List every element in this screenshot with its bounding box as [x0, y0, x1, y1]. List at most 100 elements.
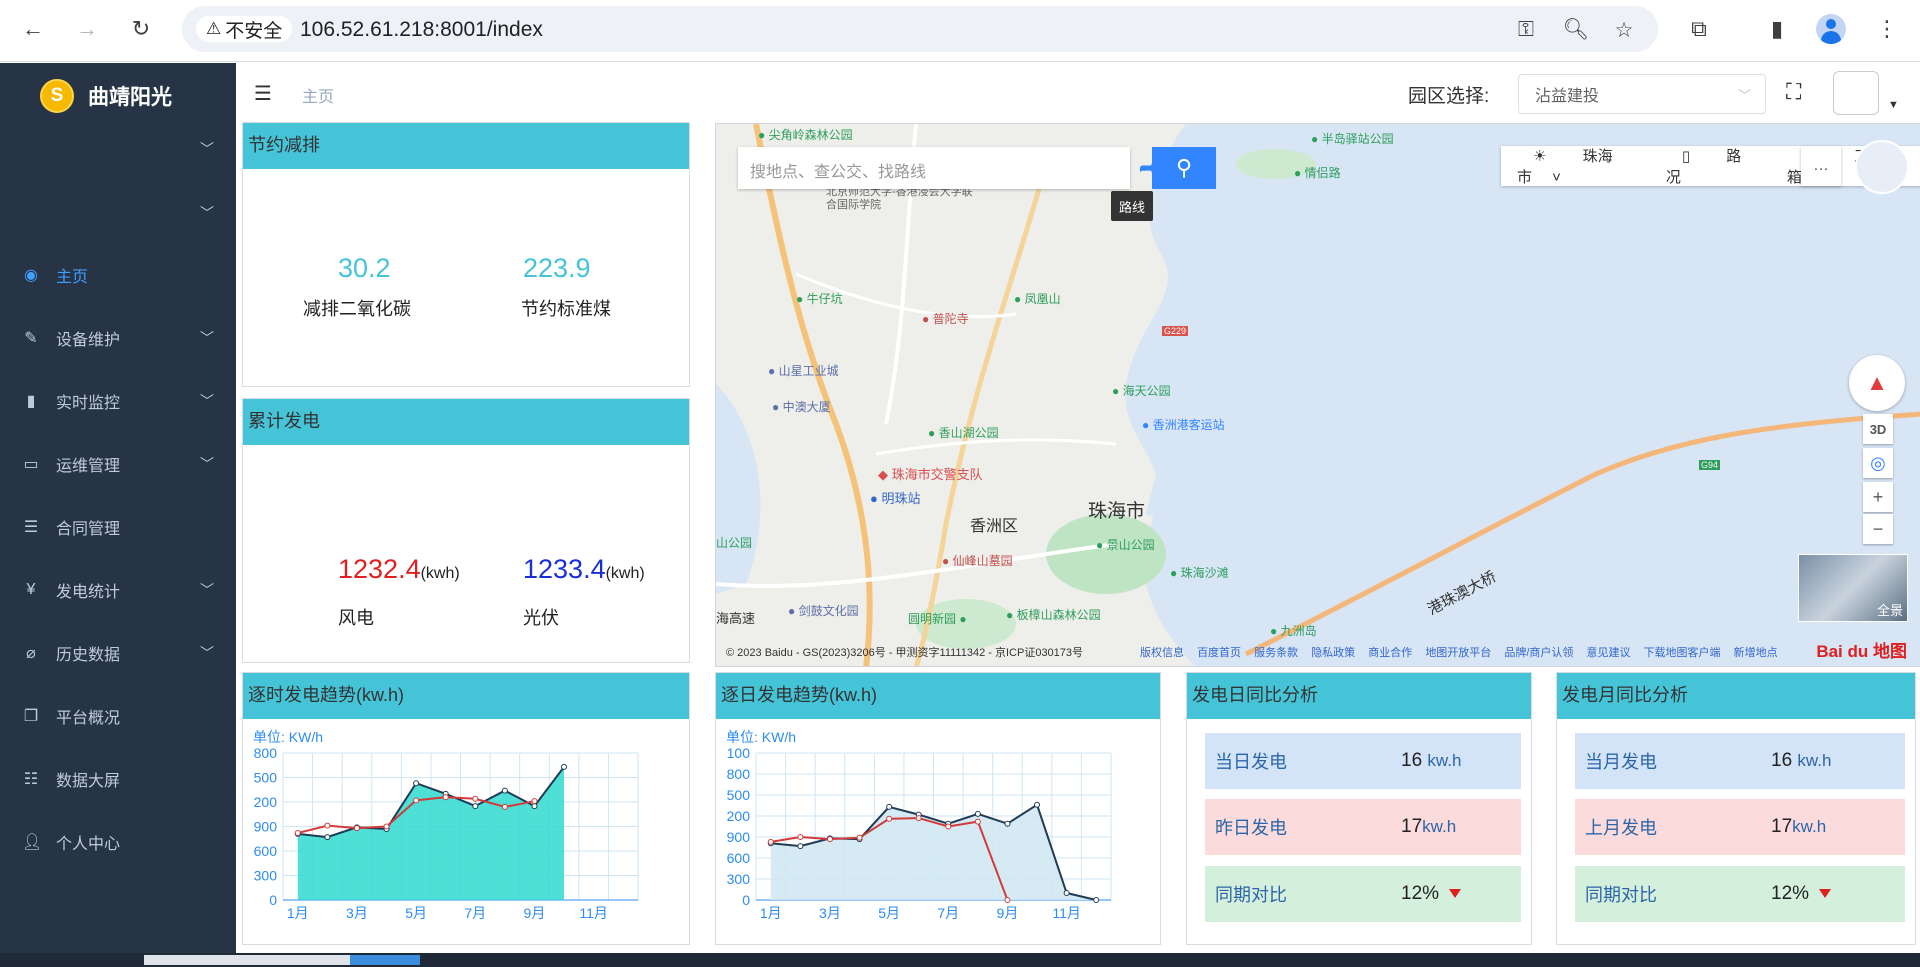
map-poi-park[interactable]: 山公园: [716, 534, 752, 551]
building-icon: ●: [772, 400, 780, 414]
y-tick-label: 100: [727, 745, 751, 761]
sidebar-collapsed-item[interactable]: ﹀: [0, 193, 236, 233]
locate-icon[interactable]: ◎: [1863, 448, 1893, 478]
sidebar-item-contracts[interactable]: ☰ 合同管理: [0, 499, 236, 555]
traffic-toggle[interactable]: ▯ 路况: [1650, 145, 1771, 187]
x-tick-label: 5月: [405, 905, 427, 921]
map-link[interactable]: 隐私政策: [1311, 647, 1355, 659]
caret-down-icon[interactable]: ▼: [1888, 99, 1899, 111]
user-avatar[interactable]: [1833, 71, 1879, 115]
sidebar-item-realtime-monitor[interactable]: ▮ 实时监控 ﹀: [0, 373, 236, 429]
park-select[interactable]: 沾益建投 ﹀: [1518, 74, 1766, 114]
map-poi-park[interactable]: ● 牛仔坑: [796, 290, 843, 307]
message-icon[interactable]: …: [1801, 146, 1841, 186]
row-value: 16 kw.h: [1401, 750, 1461, 772]
panorama-thumbnail[interactable]: 全景: [1798, 554, 1908, 622]
sidebar-item-home[interactable]: ◉ 主页: [0, 247, 236, 303]
map-link[interactable]: 新增地点: [1734, 647, 1778, 659]
map-poi-park[interactable]: ● 凤凰山: [1014, 290, 1061, 307]
sidebar-item-generation-stats[interactable]: ¥ 发电统计 ﹀: [0, 562, 236, 618]
daily-trend-chart[interactable]: 0 300 600 900 200 500 800 100 1月 3月 5月 7月 9月 11月: [716, 743, 1156, 943]
sidebar-item-history[interactable]: ⌀ 历史数据 ﹀: [0, 625, 236, 681]
map-poi-label[interactable]: 北京师范大学-香港浸会大学联合国际学院: [826, 186, 976, 212]
sidebar-collapsed-item[interactable]: ﹀: [0, 129, 236, 169]
url-text[interactable]: 106.52.61.218:8001/index: [300, 18, 543, 42]
baidu-map[interactable]: 珠海市 香洲区 港珠澳大桥 ● 尖角岭森林公园 ● 半岛驿站公园 ● 情侣路 北…: [715, 123, 1920, 667]
map-poi-park[interactable]: ● 香山湖公园: [928, 424, 999, 441]
extensions-icon[interactable]: ⧉: [1682, 12, 1716, 46]
map-poi-building[interactable]: ● 中澳大厦: [772, 398, 831, 415]
highway-shield: G94: [1699, 460, 1721, 470]
map-poi-park[interactable]: ● 景山公园: [1096, 536, 1155, 553]
profile-avatar-icon[interactable]: [1816, 14, 1846, 44]
map-label-city[interactable]: 珠海市: [1088, 496, 1145, 523]
map-link[interactable]: 下载地图客户端: [1644, 647, 1721, 659]
data-point: [886, 803, 893, 810]
map-poi-island[interactable]: ● 九洲岛: [1270, 622, 1317, 639]
building-icon: ●: [788, 604, 796, 618]
zoom-out-icon[interactable]: −: [1863, 514, 1893, 544]
menu-toggle-icon[interactable]: ☰: [254, 81, 272, 106]
map-poi-building[interactable]: ● 山星工业城: [768, 362, 839, 379]
address-bar[interactable]: ⚠ 不安全 106.52.61.218:8001/index ⚿ 🔍︎ ☆: [182, 6, 1658, 52]
map-search-input[interactable]: 搜地点、查公交、找路线 ➦: [738, 147, 1157, 189]
taskbar-item[interactable]: [144, 955, 350, 965]
more-menu-icon[interactable]: ⋮: [1870, 12, 1904, 46]
map-poi-station[interactable]: ● 明珠站: [870, 488, 921, 507]
hourly-trend-chart[interactable]: 0 300 600 900 200 500 800 1月 3月 5月 7月 9月 11月: [243, 743, 683, 943]
fullscreen-icon[interactable]: ⛶: [1786, 79, 1801, 105]
security-chip[interactable]: ⚠ 不安全: [196, 16, 293, 42]
side-panel-icon[interactable]: ▮: [1760, 12, 1794, 46]
map-poi-temple[interactable]: ● 普陀寺: [922, 310, 969, 327]
sidebar-item-profile[interactable]: 👤︎ 个人中心: [0, 814, 236, 870]
map-poi-label: 板樟山森林公园: [1016, 608, 1101, 622]
map-poi-park[interactable]: ● 半岛驿站公园: [1311, 130, 1394, 147]
zoom-icon[interactable]: 🔍︎: [1562, 16, 1590, 44]
map-poi-park[interactable]: ● 情侣路: [1294, 164, 1341, 181]
map-link[interactable]: 版权信息: [1140, 647, 1184, 659]
chevron-down-icon: ﹀: [200, 393, 214, 409]
map-poi-building[interactable]: ● 剑鼓文化园: [788, 602, 859, 619]
sidebar-item-label: 主页: [56, 269, 89, 286]
map-label-district[interactable]: 香洲区: [970, 512, 1018, 536]
map-poi-park[interactable]: ● 海天公园: [1112, 382, 1171, 399]
zoom-in-icon[interactable]: +: [1863, 482, 1893, 512]
card-title: 逐日发电趋势(kw.h): [716, 673, 1160, 719]
map-link[interactable]: 商业合作: [1368, 647, 1412, 659]
map-link[interactable]: 品牌/商户认领: [1504, 647, 1573, 659]
map-poi-park[interactable]: 圆明新园 ●: [908, 610, 967, 627]
map-user-avatar[interactable]: [1855, 140, 1909, 194]
map-poi-beach[interactable]: ● 珠海沙滩: [1170, 564, 1229, 581]
breadcrumb[interactable]: 主页: [302, 83, 334, 107]
bookmark-star-icon[interactable]: ☆: [1610, 16, 1638, 44]
day-compare-card: 发电日同比分析 当日发电 16 kw.h 昨日发电 17kw.h 同期对比 12…: [1186, 672, 1532, 945]
pv-unit: (kwh): [605, 565, 645, 582]
map-road-label[interactable]: 海高速: [716, 608, 755, 627]
taskbar-item[interactable]: [350, 955, 420, 965]
forward-icon[interactable]: →: [70, 12, 104, 46]
map-3d-button[interactable]: 3D: [1863, 414, 1893, 444]
map-poi-police[interactable]: ◆ 珠海市交警支队: [878, 464, 983, 483]
map-poi-park[interactable]: ● 板樟山森林公园: [1006, 606, 1101, 623]
key-icon[interactable]: ⚿: [1512, 16, 1540, 44]
logo[interactable]: S 曲靖阳光: [40, 79, 172, 113]
sidebar-item-device-maintenance[interactable]: ✎ 设备维护 ﹀: [0, 310, 236, 366]
sidebar-item-operations[interactable]: ▭ 运维管理 ﹀: [0, 436, 236, 492]
map-link[interactable]: 意见建议: [1587, 647, 1631, 659]
city-selector[interactable]: ☀ 珠海市 ˅: [1501, 145, 1650, 187]
map-link[interactable]: 地图开放平台: [1425, 647, 1491, 659]
sidebar-item-big-screen[interactable]: ☷ 数据大屏: [0, 751, 236, 807]
sidebar-item-platform-overview[interactable]: ❐ 平台概况: [0, 688, 236, 744]
compass-icon[interactable]: ▲: [1849, 355, 1905, 411]
reload-icon[interactable]: ↻: [124, 12, 158, 46]
map-poi-cemetery[interactable]: ● 仙峰山墓园: [942, 552, 1013, 569]
map-link[interactable]: 百度首页: [1197, 647, 1241, 659]
map-poi-ferry[interactable]: ● 香洲港客运站: [1142, 416, 1225, 433]
map-search-button[interactable]: ⚲: [1152, 147, 1216, 189]
map-poi-park[interactable]: ● 尖角岭森林公园: [758, 126, 853, 143]
row-label: 昨日发电: [1215, 818, 1287, 838]
back-icon[interactable]: ←: [16, 12, 50, 46]
map-link[interactable]: 服务条款: [1254, 647, 1298, 659]
tree-icon: ●: [1014, 292, 1022, 306]
sidebar-item-label: 发电统计: [56, 584, 121, 601]
